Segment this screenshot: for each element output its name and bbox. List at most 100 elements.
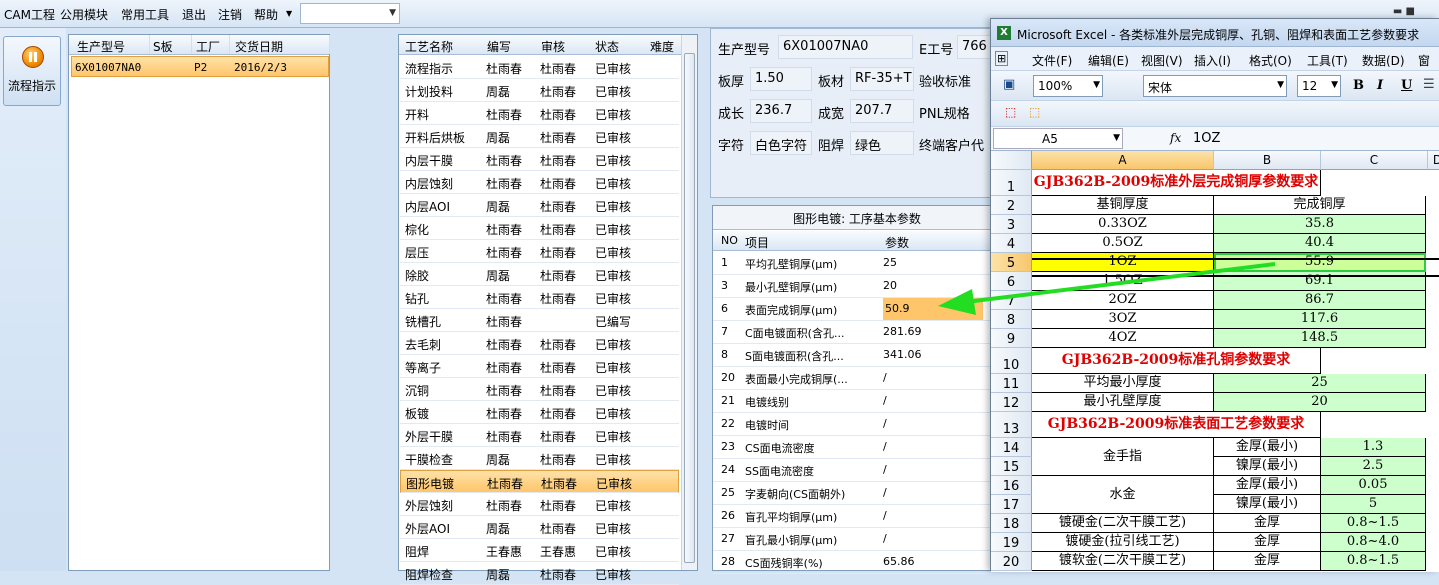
col-value[interactable]: 参数 <box>885 234 909 251</box>
sheet-cell[interactable]: 2OZ <box>1032 291 1214 310</box>
sheet-cell[interactable]: 金手指 <box>1032 438 1214 476</box>
table-row[interactable]: 27 盲孔最小铜厚(μm) / <box>713 528 993 551</box>
table-row[interactable]: 开料 杜雨春 杜雨春 已审核 <box>400 102 679 125</box>
table-row[interactable]: 等离子 杜雨春 杜雨春 已审核 <box>400 355 679 378</box>
sheet-cell[interactable]: 镀硬金(二次干膜工艺) <box>1032 514 1214 533</box>
row-header[interactable]: 8 <box>991 310 1032 329</box>
menu-help[interactable]: 帮助 <box>254 6 278 23</box>
chevron-down-icon[interactable]: ▼ <box>1093 80 1100 90</box>
table-row[interactable]: 板镀 杜雨春 杜雨春 已审核 <box>400 401 679 424</box>
param-value[interactable]: / <box>883 486 983 499</box>
row-header[interactable]: 18 <box>991 514 1032 533</box>
excel-menu-insert[interactable]: 插入(I) <box>1194 52 1231 69</box>
process-scrollbar[interactable] <box>681 35 697 570</box>
table-row[interactable]: 1 平均孔壁铜厚(μm) 25 <box>713 252 993 275</box>
sheet-cell[interactable]: 0.8~4.0 <box>1321 533 1426 552</box>
sheet-cell[interactable]: 镍厚(最小) <box>1214 457 1321 476</box>
sheet-cell[interactable]: 0.33OZ <box>1032 215 1214 234</box>
column-header[interactable]: C <box>1321 151 1428 170</box>
col-writer[interactable]: 编写 <box>487 38 511 55</box>
sheet-cell[interactable]: 1.3 <box>1321 438 1426 457</box>
table-row[interactable]: 6X01007NA0 P2 2016/2/3 <box>71 56 329 77</box>
table-row[interactable]: 铣槽孔 杜雨春 已编写 <box>400 309 679 332</box>
col-status[interactable]: 状态 <box>595 38 619 55</box>
sheet-cell[interactable]: 完成铜厚 <box>1214 196 1426 215</box>
chevron-down-icon[interactable]: ▼ <box>1277 80 1284 90</box>
sheet-cell[interactable]: 金厚(最小) <box>1214 438 1321 457</box>
menu-logout[interactable]: 注销 <box>218 6 242 23</box>
row-header[interactable]: 13 <box>991 412 1032 438</box>
underline-button[interactable]: U <box>1401 78 1412 93</box>
scroll-thumb[interactable] <box>684 53 695 563</box>
param-value[interactable]: / <box>883 417 983 430</box>
table-row[interactable]: 阻焊 王春惠 王春惠 已审核 <box>400 539 679 562</box>
param-value[interactable]: / <box>883 509 983 522</box>
table-row[interactable]: 24 SS面电流密度 / <box>713 459 993 482</box>
flow-indicator-button[interactable]: 流程指示 <box>3 36 61 106</box>
excel-menu-format[interactable]: 格式(O) <box>1249 52 1292 69</box>
column-header[interactable]: D <box>1428 151 1439 170</box>
sheet-cell[interactable]: 35.8 <box>1214 215 1426 234</box>
width-field[interactable]: 207.7 <box>850 99 914 123</box>
zoom-select[interactable]: 100% ▼ <box>1033 75 1103 97</box>
param-value[interactable]: / <box>883 371 983 384</box>
param-value[interactable]: 25 <box>883 256 983 269</box>
excel-doc-icon[interactable]: ⊞ <box>995 51 1009 66</box>
sheet-section-title[interactable]: GJB362B-2009标准外层完成铜厚参数要求 <box>1032 170 1321 196</box>
sheet-cell[interactable]: 0.05 <box>1321 476 1426 495</box>
sheet-cell[interactable]: 平均最小厚度 <box>1032 374 1214 393</box>
sheet-cell[interactable]: 86.7 <box>1214 291 1426 310</box>
save-icon[interactable]: ▣ <box>1003 77 1015 92</box>
name-box[interactable]: A5 ▼ <box>993 128 1123 149</box>
table-row[interactable]: 棕化 杜雨春 杜雨春 已审核 <box>400 217 679 240</box>
table-row[interactable]: 8 S面电镀面积(含孔... 341.06 <box>713 344 993 367</box>
menu-common-tools[interactable]: 常用工具 <box>121 6 169 23</box>
chevron-down-icon[interactable]: ▼ <box>389 8 396 18</box>
excel-menu-edit[interactable]: 编辑(E) <box>1088 52 1129 69</box>
excel-menu-view[interactable]: 视图(V) <box>1141 52 1183 69</box>
pdf-settings-icon[interactable]: ⬚ <box>1029 105 1040 119</box>
sheet-cell[interactable]: 20 <box>1214 393 1426 412</box>
sheet-cell[interactable]: 5 <box>1321 495 1426 514</box>
sheet-cell[interactable]: 镀硬金(拉引线工艺) <box>1032 533 1214 552</box>
table-row[interactable]: 内层AOI 周磊 杜雨春 已审核 <box>400 194 679 217</box>
row-header[interactable]: 15 <box>991 457 1032 476</box>
param-value[interactable]: 281.69 <box>883 325 983 338</box>
sheet-cell[interactable]: 镍厚(最小) <box>1214 495 1321 514</box>
table-row[interactable]: 外层干膜 杜雨春 杜雨春 已审核 <box>400 424 679 447</box>
sheet-cell[interactable]: 金厚(最小) <box>1214 476 1321 495</box>
model-field[interactable]: 6X01007NA0 <box>778 35 913 59</box>
table-row[interactable]: 流程指示 杜雨春 杜雨春 已审核 <box>400 56 679 79</box>
table-row[interactable]: 6 表面完成铜厚(μm) 50.9 <box>713 298 993 321</box>
table-row[interactable]: 图形电镀 杜雨春 杜雨春 已审核 <box>400 470 679 493</box>
row-header[interactable]: 3 <box>991 215 1032 234</box>
row-header[interactable]: 14 <box>991 438 1032 457</box>
column-header[interactable]: A <box>1032 151 1214 170</box>
sheet-cell[interactable]: 3OZ <box>1032 310 1214 329</box>
row-header[interactable]: 7 <box>991 291 1032 310</box>
table-row[interactable]: 25 字麦朝向(CS面朝外) / <box>713 482 993 505</box>
font-size-select[interactable]: 12 ▼ <box>1297 75 1341 97</box>
table-row[interactable]: 23 CS面电流密度 / <box>713 436 993 459</box>
sheet-cell[interactable]: 0.8~1.5 <box>1321 514 1426 533</box>
table-row[interactable]: 22 电镀时间 / <box>713 413 993 436</box>
length-field[interactable]: 236.7 <box>750 99 812 123</box>
col-reviewer[interactable]: 审核 <box>541 38 565 55</box>
param-value[interactable]: / <box>883 463 983 476</box>
table-row[interactable]: 计划投料 周磊 杜雨春 已审核 <box>400 79 679 102</box>
table-row[interactable]: 内层干膜 杜雨春 杜雨春 已审核 <box>400 148 679 171</box>
mask-field[interactable]: 绿色 <box>850 131 914 155</box>
menubar-combo[interactable]: ▼ <box>300 3 400 24</box>
table-row[interactable]: 去毛刺 杜雨春 杜雨春 已审核 <box>400 332 679 355</box>
col-sboard[interactable]: S板 <box>153 38 173 55</box>
param-value[interactable]: 65.86 <box>883 555 983 568</box>
table-row[interactable]: 沉铜 杜雨春 杜雨春 已审核 <box>400 378 679 401</box>
excel-menu-data[interactable]: 数据(D) <box>1362 52 1405 69</box>
menu-common-module[interactable]: 公用模块 <box>60 6 108 23</box>
font-name-select[interactable]: 宋体 ▼ <box>1143 75 1287 97</box>
col-difficulty[interactable]: 难度 <box>650 38 674 55</box>
sheet-cell[interactable]: 117.6 <box>1214 310 1426 329</box>
menu-exit[interactable]: 退出 <box>182 6 206 23</box>
table-row[interactable]: 外层蚀刻 杜雨春 杜雨春 已审核 <box>400 493 679 516</box>
param-value[interactable]: / <box>883 440 983 453</box>
